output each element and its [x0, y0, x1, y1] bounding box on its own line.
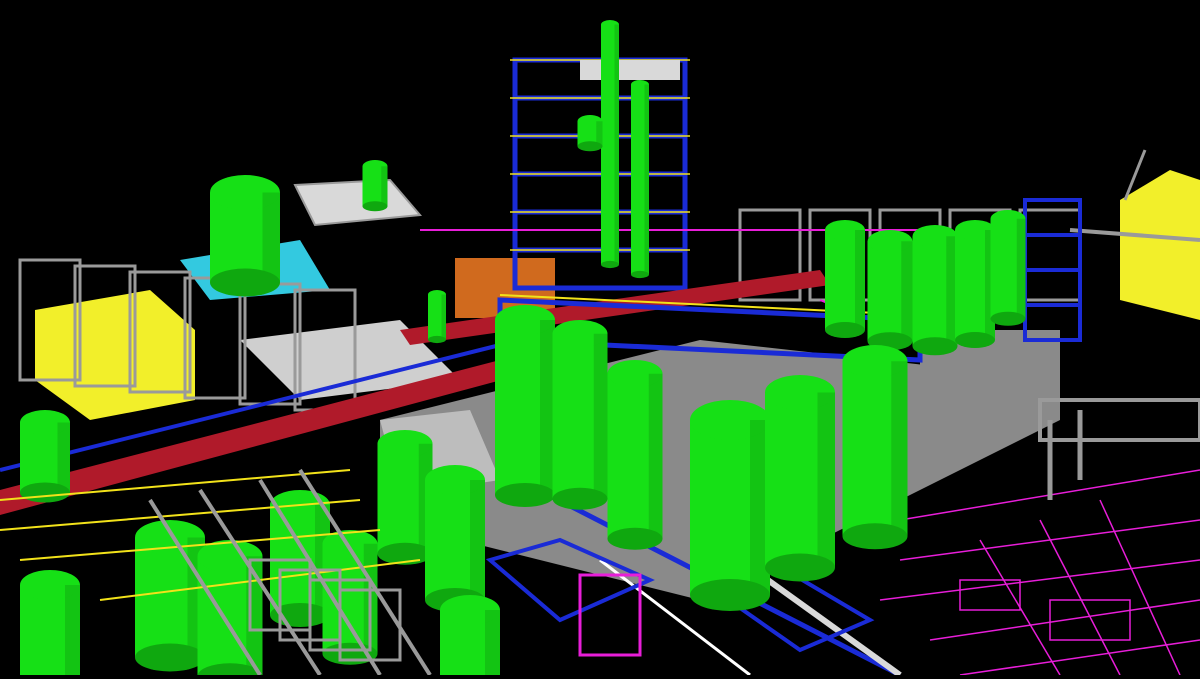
- tank-shade: [381, 166, 388, 207]
- floor-line: [1039, 519, 1121, 676]
- yellow-building: [35, 290, 195, 420]
- tank-shade: [1016, 218, 1026, 319]
- tank-icon: [425, 465, 485, 612]
- air-cooler: [293, 178, 423, 227]
- tank-shade: [485, 610, 500, 679]
- tank-shade: [596, 121, 603, 147]
- east-tower-level: [1023, 233, 1082, 272]
- tank-shade: [65, 585, 80, 679]
- plant-3d-viewport[interactable]: [0, 0, 1200, 679]
- tank-shade: [441, 294, 446, 340]
- tank-shade: [817, 392, 835, 568]
- tank-icon: [912, 225, 958, 356]
- tank-icon: [20, 410, 70, 503]
- tank-icon: [20, 570, 80, 679]
- tank-icon: [552, 320, 608, 510]
- tank-icon: [842, 345, 908, 550]
- tank-icon: [765, 375, 835, 582]
- tank-icon: [440, 595, 500, 679]
- tank-icon: [428, 290, 446, 344]
- tower-level: [512, 171, 688, 215]
- tank-shade: [901, 241, 913, 342]
- tank-icon: [825, 220, 865, 338]
- tank-icon: [495, 305, 555, 507]
- tank-shade: [614, 24, 619, 265]
- floor-line: [959, 639, 1200, 676]
- tank-icon: [601, 20, 619, 269]
- tank-shade: [57, 422, 70, 493]
- floor-outline: [959, 579, 1021, 611]
- tank-icon: [377, 430, 433, 565]
- tank-shade: [644, 84, 649, 275]
- tank-icon: [210, 175, 280, 297]
- steel-frame: [1038, 398, 1200, 442]
- tank-icon: [135, 520, 205, 672]
- tank-icon: [577, 115, 603, 152]
- tank-shade: [855, 230, 865, 330]
- tank-shade: [648, 373, 663, 539]
- tank-shade: [470, 480, 485, 600]
- tank-icon: [955, 220, 995, 348]
- tank-icon: [690, 400, 770, 611]
- steel-frame: [1018, 208, 1082, 302]
- plant-model-canvas[interactable]: [0, 0, 1200, 679]
- tank-shade: [891, 361, 908, 537]
- tower-deck: [580, 60, 680, 80]
- site-layout-floor-lines: [879, 469, 1200, 676]
- tank-icon: [990, 210, 1026, 326]
- yellow-building: [1120, 170, 1200, 320]
- tank-icon: [867, 230, 913, 351]
- tank-icon: [631, 80, 649, 279]
- tank-shade: [262, 192, 280, 283]
- structure-icon: [510, 57, 690, 291]
- tank-icon: [607, 360, 663, 550]
- tank-icon: [362, 160, 388, 212]
- tank-shade: [593, 333, 608, 499]
- floor-line: [929, 599, 1200, 641]
- floor-line: [879, 559, 1200, 601]
